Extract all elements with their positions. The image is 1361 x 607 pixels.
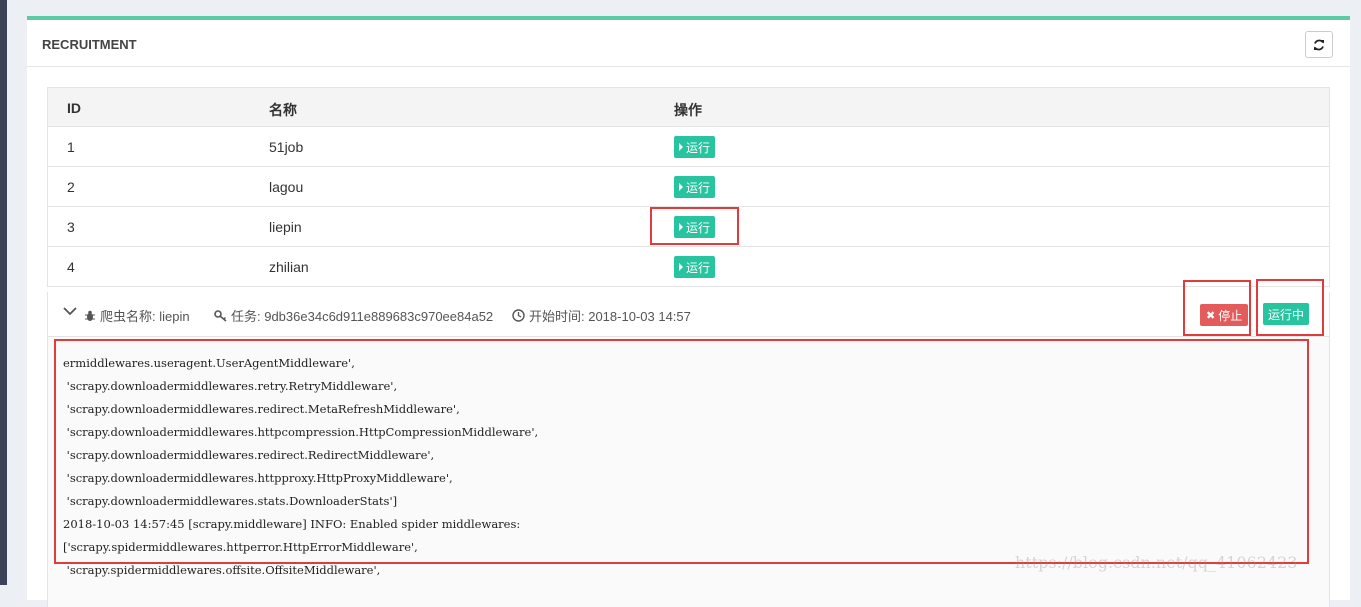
job-status-bar: 爬虫名称: liepin 任务: 9db36e34c6d911e889683c9… [47,292,1330,337]
panel-title: RECRUITMENT [42,37,137,52]
highlight-box-running [1256,279,1324,336]
highlight-box-log [54,339,1309,564]
run-button-label: 运行 [686,140,711,155]
row-id: 4 [67,259,75,275]
log-line: 'scrapy.spidermiddlewares.offsite.Offsit… [63,563,381,577]
refresh-icon [1314,39,1324,50]
clock-icon [512,309,525,322]
run-button[interactable]: 运行 [674,256,716,278]
task-label: 任务: 9db36e34c6d911e889683c970ee84a52 [231,309,494,324]
sidebar-edge [0,0,7,585]
row-op: 运行 [674,256,716,278]
run-button[interactable]: 运行 [674,136,716,158]
row-id: 2 [67,179,75,195]
header-id: ID [67,100,81,116]
row-op: 运行 [674,136,716,158]
row-id: 1 [67,139,75,155]
start-time-label: 开始时间: 2018-10-03 14:57 [529,309,691,324]
row-name: zhilian [269,259,309,275]
row-name: liepin [269,219,302,235]
row-op: 运行 [674,176,716,198]
row-id: 3 [67,219,75,235]
start-time: 开始时间: 2018-10-03 14:57 [512,306,691,325]
collapse-toggle[interactable] [63,306,81,316]
key-icon [214,309,227,322]
spider-name: 爬虫名称: liepin [84,306,190,325]
watermark: https://blog.csdn.net/qq_41062423 [1015,553,1298,572]
bug-icon [85,310,95,321]
refresh-button[interactable] [1305,31,1333,58]
spider-table: ID 名称 操作 1 51job 运行 2 lagou 运行 3 liepin … [47,87,1330,287]
run-button-label: 运行 [686,260,711,275]
header-name: 名称 [269,102,297,118]
play-icon [679,143,683,151]
play-icon [679,183,683,191]
play-icon [679,263,683,271]
table-header-row: ID 名称 操作 [47,87,1330,127]
task-id: 任务: 9db36e34c6d911e889683c970ee84a52 [214,306,493,325]
run-button-label: 运行 [686,180,711,195]
table-row: 4 zhilian 运行 [47,247,1330,287]
spider-name-label: 爬虫名称: liepin [100,309,190,324]
run-button[interactable]: 运行 [674,176,716,198]
row-name: lagou [269,179,304,195]
header-op: 操作 [674,102,702,118]
table-row: 2 lagou 运行 [47,167,1330,207]
row-name: 51job [269,139,304,155]
highlight-box-run-liepin [650,207,739,245]
panel-header: RECRUITMENT [27,20,1350,67]
table-row: 1 51job 运行 [47,127,1330,167]
chevron-down-icon [63,307,77,316]
highlight-box-stop [1183,280,1251,336]
